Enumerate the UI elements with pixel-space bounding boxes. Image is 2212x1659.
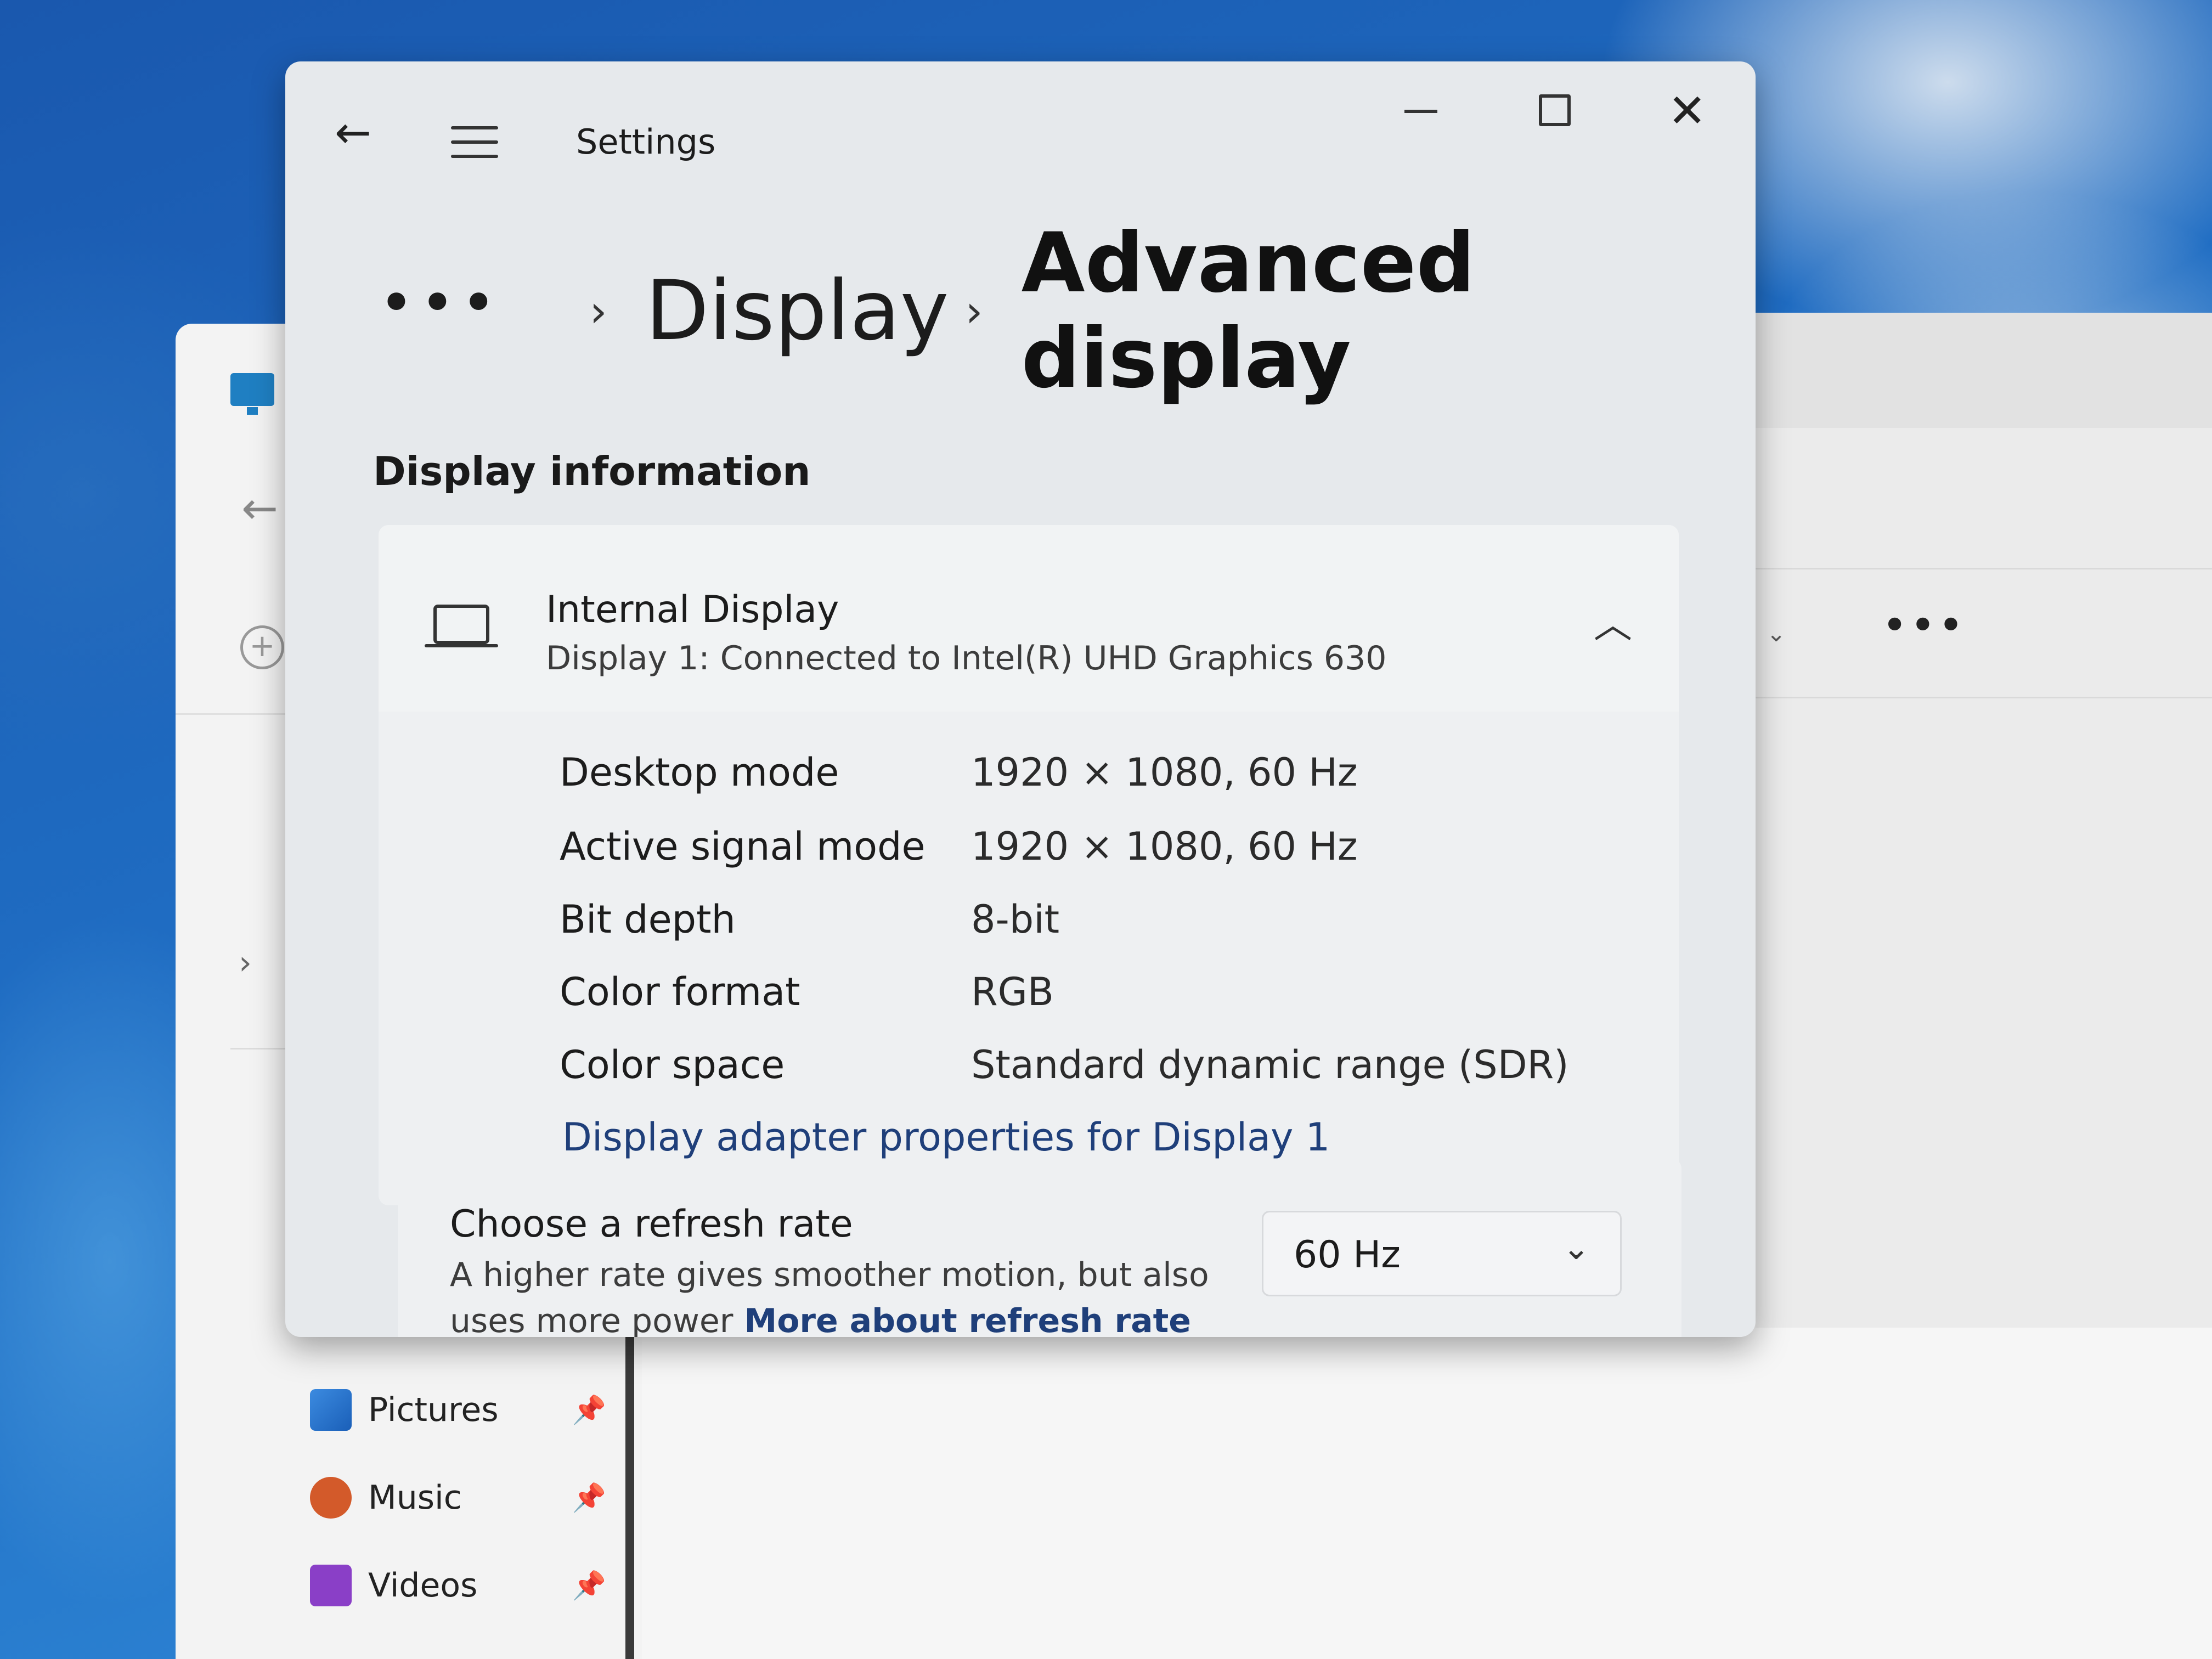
display-name: Internal Display (546, 588, 839, 631)
chevron-right-icon[interactable]: › (239, 944, 252, 982)
display-info-card: Internal Display Display 1: Connected to… (379, 525, 1679, 1205)
chevron-right-icon: › (965, 285, 983, 337)
laptop-icon (425, 605, 498, 647)
info-row-active-signal-mode: Active signal mode 1920 × 1080, 60 Hz (560, 824, 1657, 884)
chevron-down-icon[interactable]: ⌄ (1767, 620, 1786, 647)
breadcrumb: ••• › Display › Advanced display (379, 216, 1756, 407)
quick-access-videos[interactable]: Videos 📌 (310, 1558, 606, 1613)
refresh-rate-selected: 60 Hz (1294, 1233, 1401, 1277)
display-adapter-properties-link[interactable]: Display adapter properties for Display 1 (562, 1115, 1330, 1160)
info-label: Desktop mode (560, 750, 839, 795)
breadcrumb-more-button[interactable]: ••• (379, 273, 502, 333)
page-title: Advanced display (1021, 216, 1475, 407)
explorer-toolbar-divider (1756, 568, 2212, 569)
display-subtitle: Display 1: Connected to Intel(R) UHD Gra… (546, 639, 1387, 678)
explorer-more-button[interactable]: ••• (1882, 603, 1966, 647)
info-value: RGB (971, 969, 1054, 1014)
info-row-bit-depth: Bit depth 8-bit (560, 897, 1657, 957)
info-label: Color space (560, 1042, 785, 1087)
settings-window: ← Settings ✕ ••• › Display › Advanced di… (285, 61, 1756, 1337)
explorer-toolbar-divider (1756, 697, 2212, 698)
pin-icon: 📌 (572, 1481, 606, 1514)
quick-access-label: Pictures (368, 1391, 499, 1429)
info-row-color-format: Color format RGB (560, 969, 1657, 1030)
chevron-down-icon: ⌄ (1562, 1229, 1590, 1267)
close-icon[interactable]: ✕ (1668, 83, 1706, 138)
explorer-tab-strip (1756, 313, 2212, 428)
app-title: Settings (576, 122, 716, 162)
back-arrow-icon[interactable]: ← (241, 483, 278, 534)
info-value: Standard dynamic range (SDR) (971, 1042, 1569, 1087)
quick-access-label: Videos (368, 1566, 478, 1605)
info-row-desktop-mode: Desktop mode 1920 × 1080, 60 Hz (560, 750, 1657, 810)
title-bar: ← Settings ✕ (285, 61, 1756, 171)
breadcrumb-display-link[interactable]: Display (646, 263, 949, 359)
music-icon (310, 1477, 352, 1519)
pictures-icon (310, 1389, 352, 1431)
add-icon[interactable]: + (240, 625, 284, 669)
display-info-header[interactable]: Internal Display Display 1: Connected to… (379, 525, 1679, 712)
quick-access-pictures[interactable]: Pictures 📌 (310, 1383, 606, 1437)
section-title: Display information (373, 448, 811, 494)
info-label: Active signal mode (560, 824, 926, 869)
monitor-icon (230, 373, 274, 415)
info-value: 8-bit (971, 897, 1060, 942)
videos-icon (310, 1565, 352, 1606)
info-label: Color format (560, 969, 800, 1014)
refresh-rate-description: A higher rate gives smoother motion, but… (450, 1252, 1245, 1337)
more-about-refresh-rate-link[interactable]: More about refresh rate (744, 1302, 1190, 1337)
maximize-icon[interactable] (1539, 94, 1571, 126)
chevron-right-icon: › (589, 285, 607, 337)
explorer-pane-splitter[interactable] (625, 1328, 634, 1659)
quick-access-music[interactable]: Music 📌 (310, 1470, 606, 1525)
quick-access-label: Music (368, 1479, 462, 1517)
info-value: 1920 × 1080, 60 Hz (971, 750, 1358, 795)
back-arrow-icon[interactable]: ← (335, 111, 371, 155)
info-value: 1920 × 1080, 60 Hz (971, 824, 1358, 869)
pin-icon: 📌 (572, 1569, 606, 1601)
minimize-icon[interactable] (1404, 110, 1437, 113)
hamburger-menu-icon[interactable] (451, 126, 498, 159)
explorer-file-area (642, 1328, 2212, 1659)
info-row-color-space: Color space Standard dynamic range (SDR) (560, 1042, 1657, 1103)
pin-icon: 📌 (572, 1393, 606, 1426)
refresh-rate-card: Choose a refresh rate A higher rate give… (398, 1159, 1681, 1337)
chevron-up-icon[interactable]: ︿ (1594, 594, 1632, 649)
refresh-rate-dropdown[interactable]: 60 Hz ⌄ (1262, 1211, 1622, 1296)
info-label: Bit depth (560, 897, 736, 942)
refresh-rate-title: Choose a refresh rate (450, 1203, 853, 1246)
